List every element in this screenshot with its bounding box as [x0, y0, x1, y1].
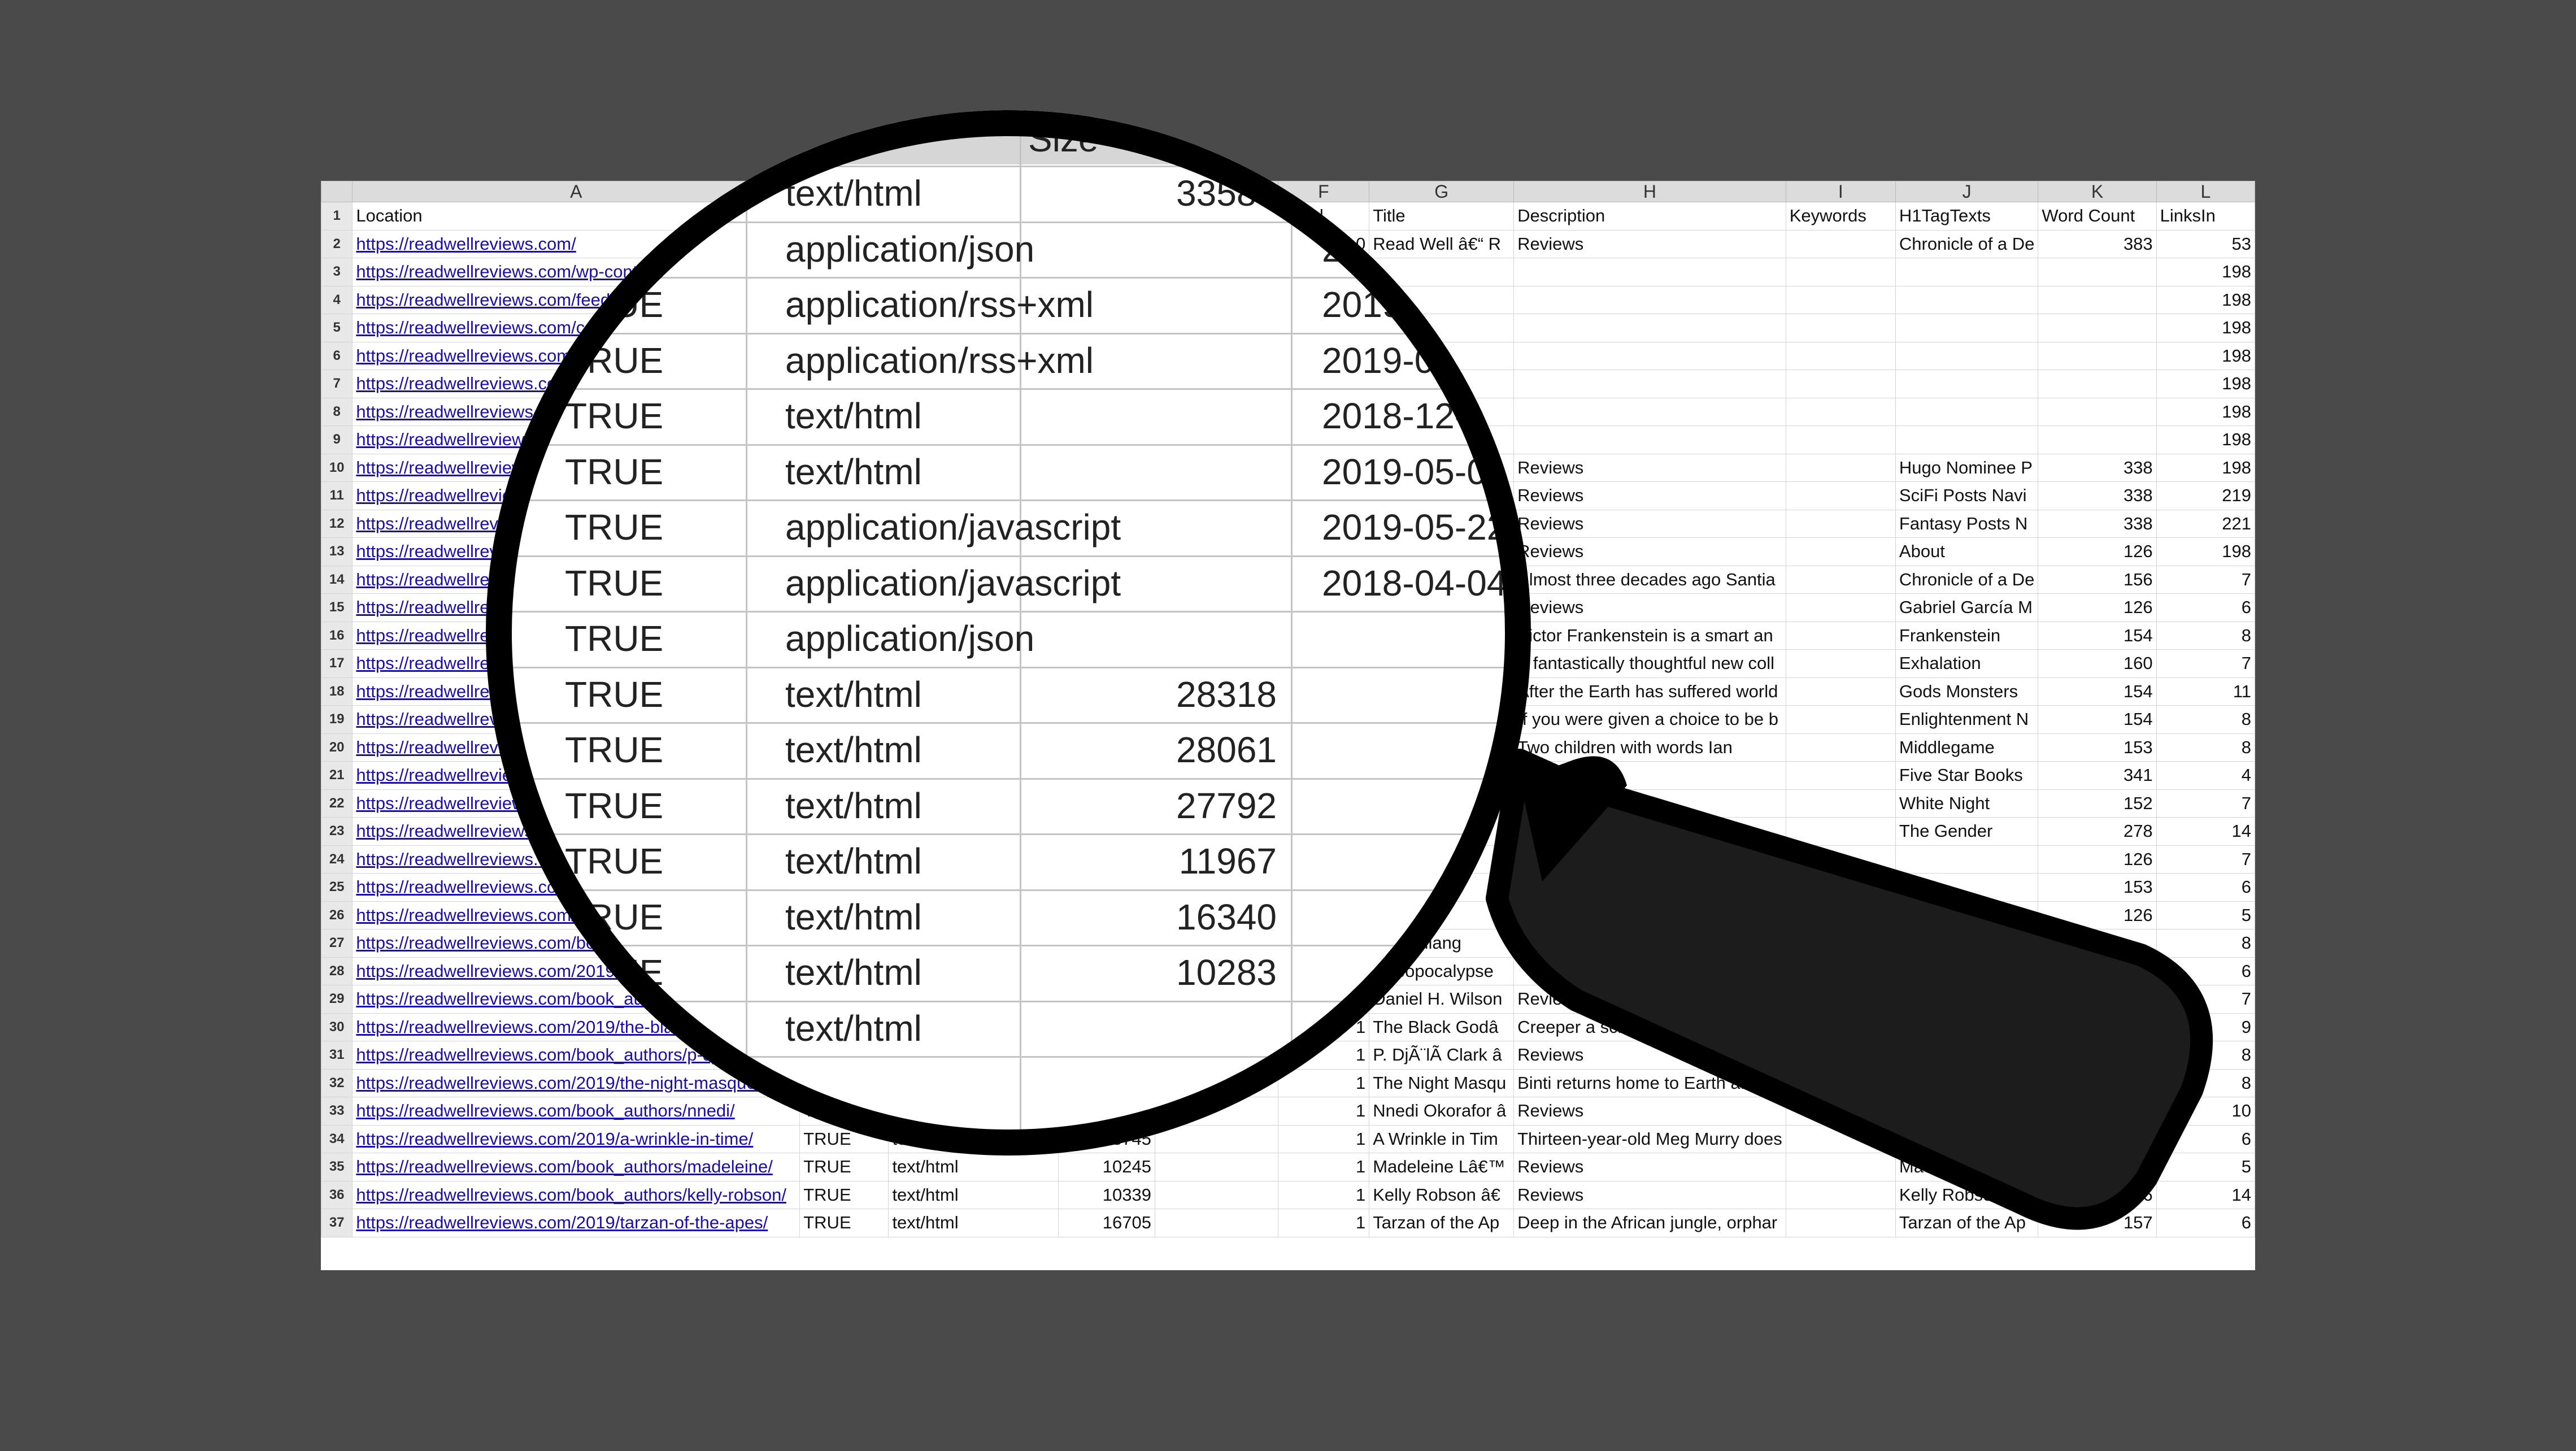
magnifier-handle-icon	[1486, 749, 2213, 1230]
